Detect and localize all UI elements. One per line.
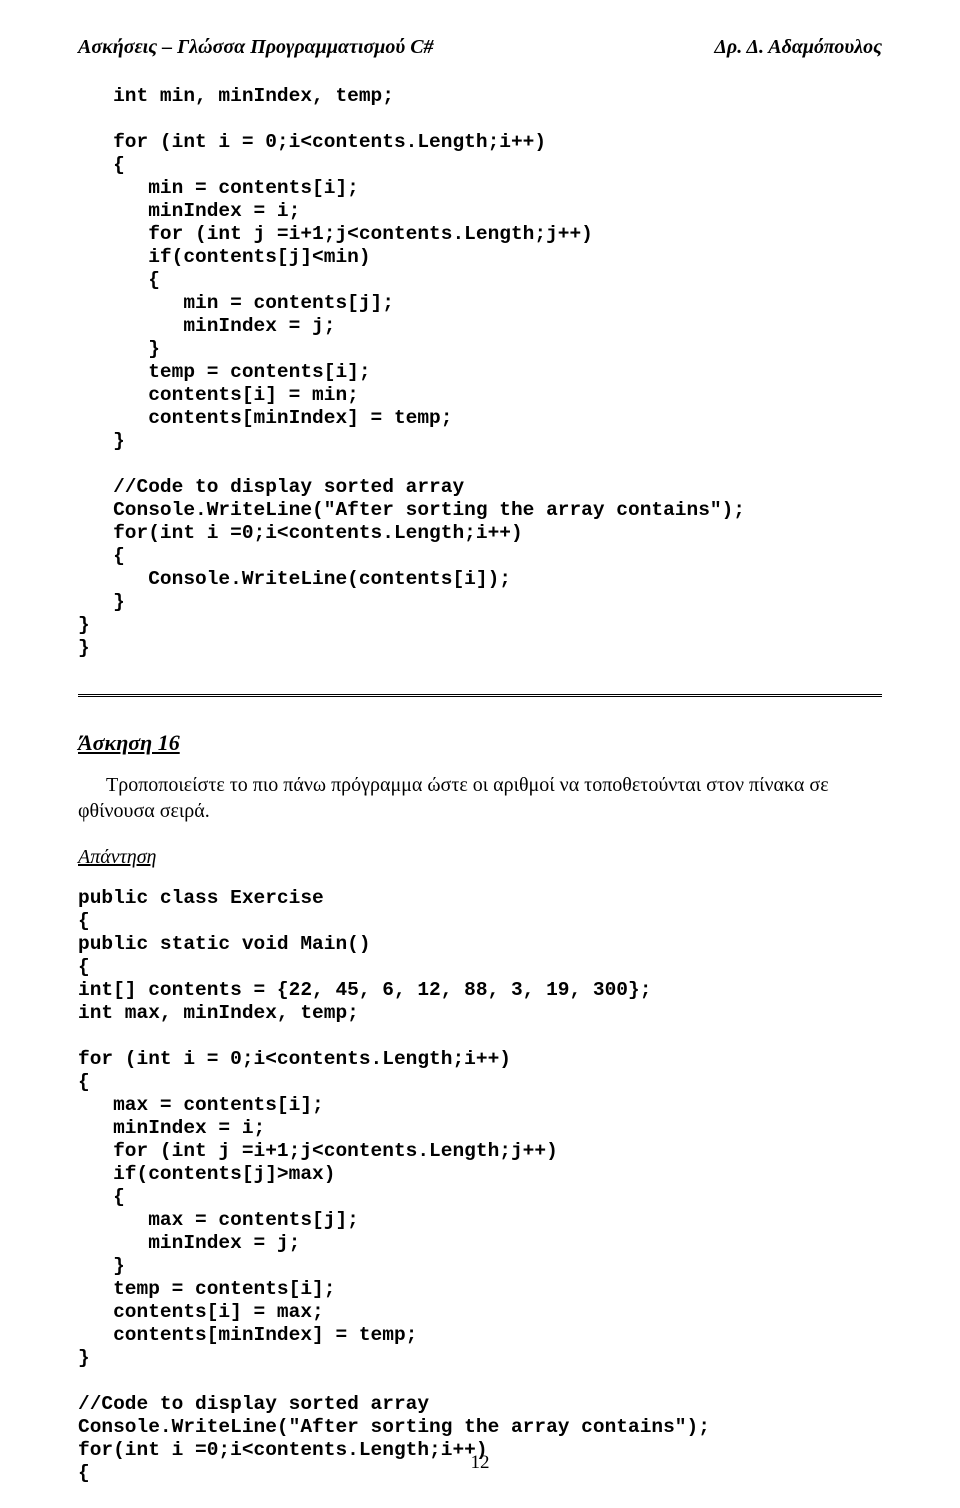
code-block-top: int min, minIndex, temp; for (int i = 0;… (78, 85, 882, 660)
section-separator (78, 694, 882, 700)
exercise-body: Τροποποιείστε το πιο πάνω πρόγραμμα ώστε… (78, 772, 882, 824)
page: Ασκήσεις – Γλώσσα Προγραμματισμού C# Δρ.… (0, 0, 960, 1508)
answer-label: Απάντηση (78, 846, 882, 869)
page-header: Ασκήσεις – Γλώσσα Προγραμματισμού C# Δρ.… (78, 36, 882, 59)
header-left: Ασκήσεις – Γλώσσα Προγραμματισμού C# (78, 36, 434, 59)
code-block-bottom: public class Exercise { public static vo… (78, 887, 882, 1485)
page-number: 12 (0, 1452, 960, 1474)
header-right: Δρ. Δ. Αδαμόπουλος (714, 36, 882, 59)
exercise-title: Άσκηση 16 (78, 730, 882, 756)
